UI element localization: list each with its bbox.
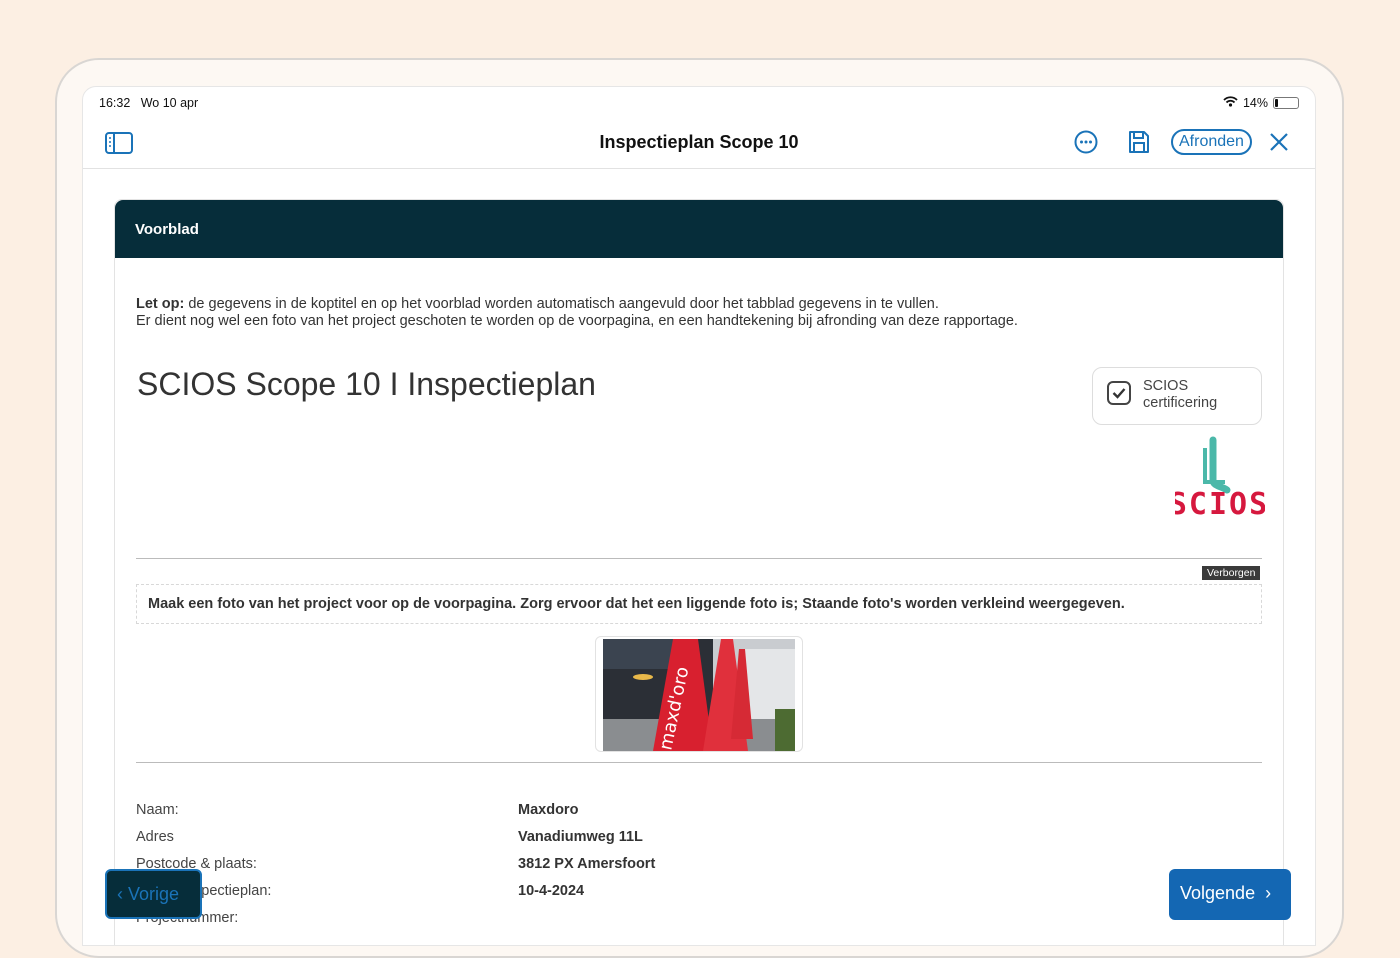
scios-logo: SCIOS bbox=[1169, 436, 1267, 525]
divider bbox=[136, 762, 1262, 763]
status-bar: 16:32 Wo 10 apr 14% bbox=[99, 96, 1299, 110]
divider bbox=[136, 558, 1262, 559]
certificate-label: SCIOS certificering bbox=[1143, 378, 1218, 411]
svg-text:SCIOS: SCIOS bbox=[1175, 487, 1265, 520]
info-note: Let op: de gegevens in de koptitel en op… bbox=[136, 296, 1018, 330]
field-label: Adres bbox=[136, 829, 174, 845]
field-label: Naam: bbox=[136, 802, 179, 818]
more-options-icon[interactable] bbox=[1074, 130, 1098, 159]
next-label: Volgende bbox=[1180, 883, 1256, 903]
chevron-right-icon: › bbox=[1265, 883, 1272, 903]
cover-page-card: Voorblad Let op: de gegevens in de kopti… bbox=[114, 199, 1284, 945]
previous-label: Vorige bbox=[128, 884, 180, 904]
section-header: Voorblad bbox=[115, 200, 1283, 258]
app-screen: 16:32 Wo 10 apr 14% Inspectieplan Scope … bbox=[82, 86, 1316, 946]
status-time: 16:32 bbox=[99, 96, 131, 110]
field-value: 10-4-2024 bbox=[518, 883, 585, 899]
status-date: Wo 10 apr bbox=[140, 96, 199, 110]
chevron-left-icon: ‹ bbox=[117, 884, 123, 904]
field-row: Adres Vanadiumweg 11L bbox=[136, 829, 643, 845]
certificate-checkbox[interactable]: SCIOS certificering bbox=[1092, 367, 1262, 425]
document-title: SCIOS Scope 10 I Inspectieplan bbox=[137, 366, 596, 402]
field-value: 3812 PX Amersfoort bbox=[518, 856, 656, 872]
close-icon[interactable] bbox=[1269, 132, 1289, 157]
project-photo[interactable]: maxd'oro bbox=[595, 636, 803, 752]
checkmark-icon bbox=[1107, 381, 1131, 405]
previous-button[interactable]: ‹ Vorige bbox=[105, 869, 202, 919]
battery-icon bbox=[1273, 97, 1299, 109]
field-value: Vanadiumweg 11L bbox=[518, 829, 643, 845]
battery-percent: 14% bbox=[1242, 96, 1268, 110]
hidden-badge: Verborgen bbox=[1202, 566, 1261, 580]
wifi-icon bbox=[1223, 96, 1238, 110]
field-value: Maxdoro bbox=[518, 802, 579, 818]
field-row: Naam: Maxdoro bbox=[136, 802, 578, 818]
note-bold: Let op: bbox=[136, 296, 185, 312]
save-icon[interactable] bbox=[1128, 130, 1150, 159]
note-line1: de gegevens in de koptitel en op het voo… bbox=[184, 296, 939, 312]
finish-button[interactable]: Afronden bbox=[1171, 129, 1252, 155]
next-button[interactable]: Volgende › bbox=[1169, 869, 1291, 920]
photo-instruction: Maak een foto van het project voor op de… bbox=[136, 584, 1262, 624]
note-line2: Er dient nog wel een foto van het projec… bbox=[136, 313, 1018, 329]
nav-bar: Inspectieplan Scope 10 Afronden bbox=[83, 123, 1315, 169]
photo-image: maxd'oro bbox=[603, 639, 795, 752]
